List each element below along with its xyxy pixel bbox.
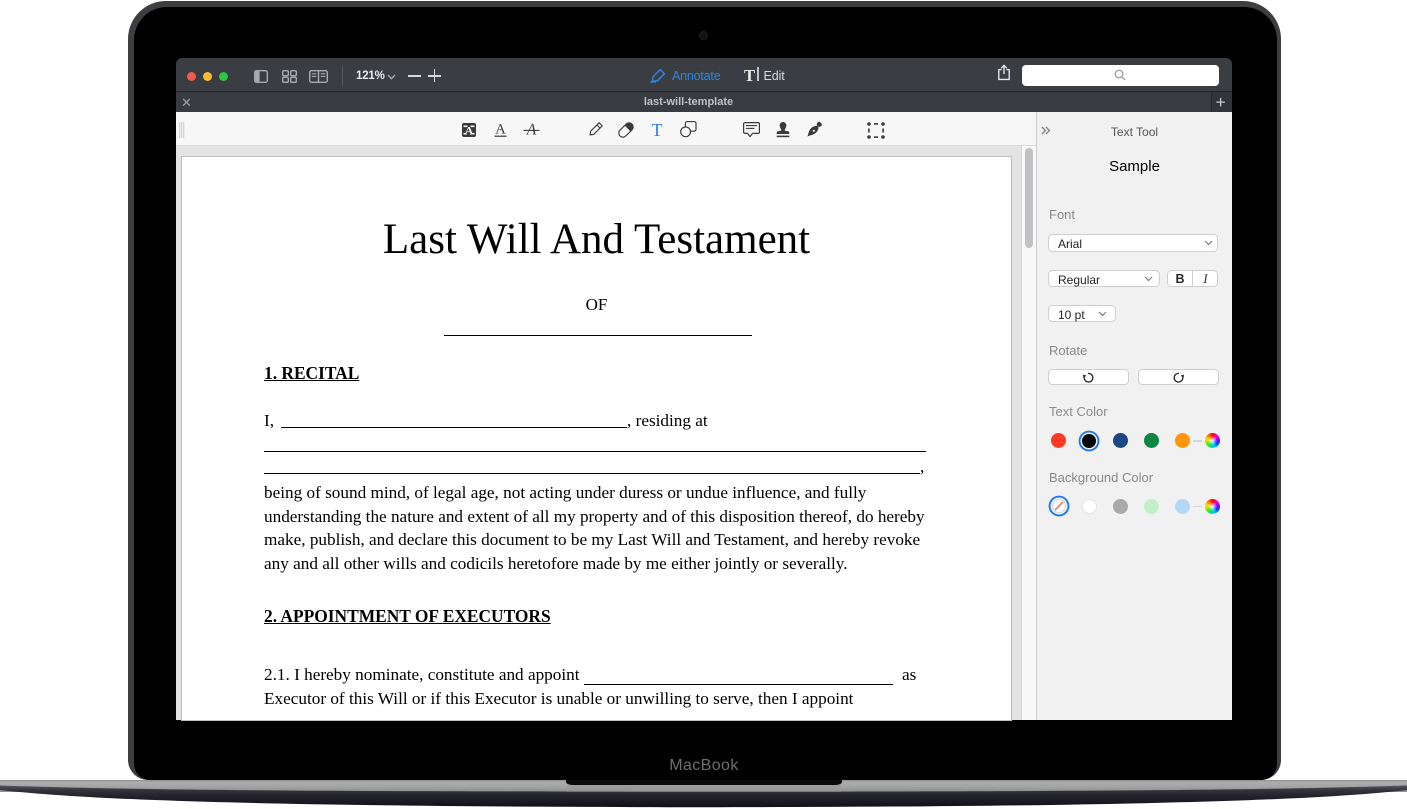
svg-text:A: A [495, 122, 506, 138]
svg-text:A: A [465, 123, 474, 137]
